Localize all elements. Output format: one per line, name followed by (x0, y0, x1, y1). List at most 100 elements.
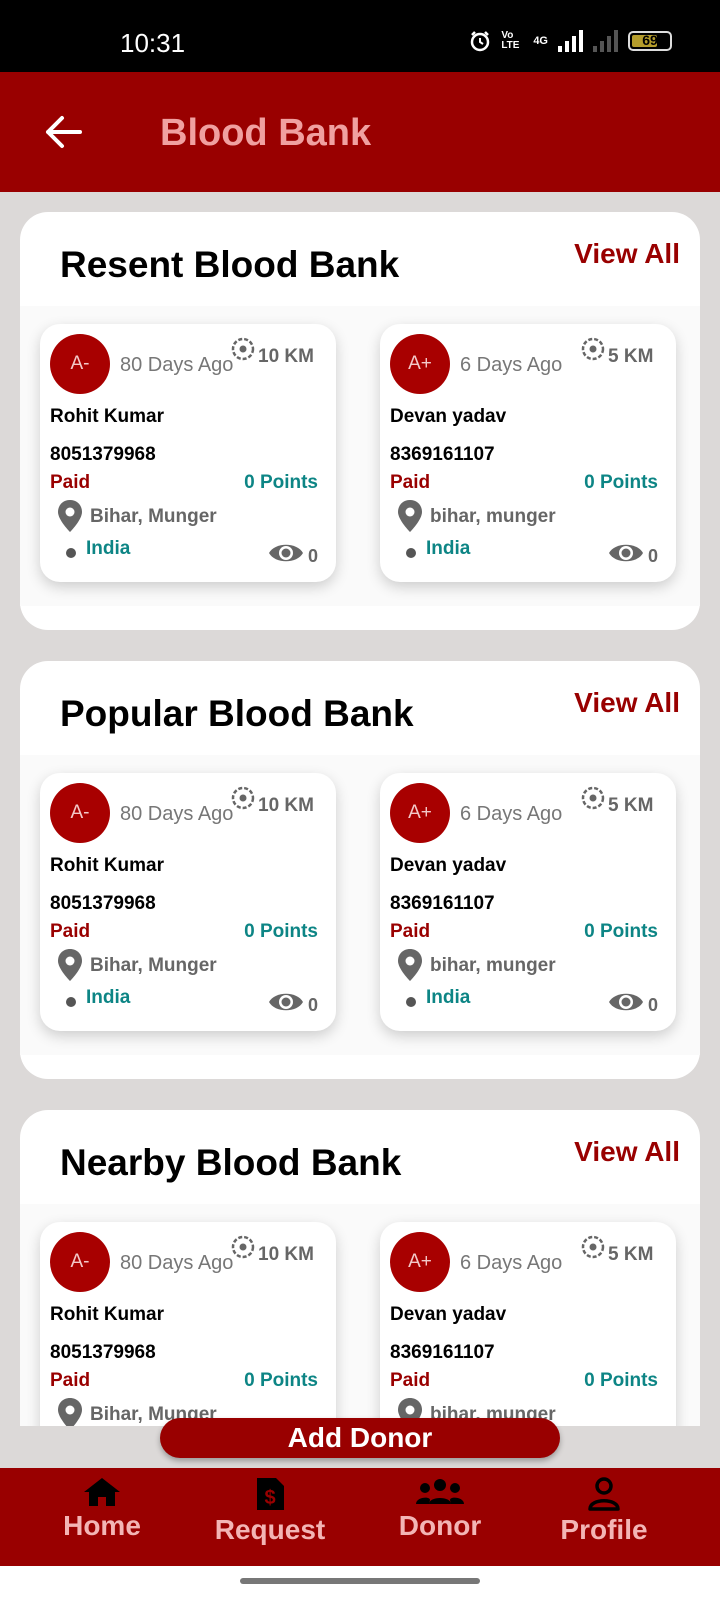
distance: 5 KM (608, 1244, 654, 1265)
nav-profile[interactable]: Profile (558, 1476, 650, 1546)
phone-number: 8369161107 (390, 444, 495, 465)
section-title: Popular Blood Bank (60, 693, 414, 734)
status-time: 10:31 (120, 28, 186, 58)
blood-bank-card[interactable]: A- 80 Days Ago 10 KM Rohit Kumar 8051379968 P… (40, 324, 336, 582)
add-donor-button[interactable]: Add Donor (160, 1418, 560, 1458)
view-all-link[interactable]: View All (574, 687, 680, 719)
volte-label: Vo LTE (501, 30, 520, 51)
location-pin-icon (398, 949, 422, 981)
eye-icon (608, 989, 644, 1015)
gesture-bar[interactable] (240, 1578, 480, 1584)
location-pin-icon (398, 500, 422, 532)
page-title: Blood Bank (160, 112, 372, 154)
svg-text:$: $ (264, 1487, 275, 1509)
location: bihar, munger (430, 506, 556, 527)
battery-icon: 69 (628, 31, 672, 51)
posted-ago: 6 Days Ago (460, 803, 563, 825)
home-icon (84, 1478, 120, 1506)
signal-icon (558, 30, 583, 52)
points: 0 Points (584, 921, 658, 942)
donor-name: Rohit Kumar (50, 406, 164, 427)
posted-ago: 80 Days Ago (120, 803, 234, 825)
location-pin-icon (58, 949, 82, 981)
blood-group-badge: A- (50, 1232, 110, 1292)
profile-icon (588, 1477, 620, 1511)
location-radius-icon (580, 785, 606, 811)
blood-group-badge: A+ (390, 334, 450, 394)
view-all-link[interactable]: View All (574, 238, 680, 270)
section-title: Nearby Blood Bank (60, 1142, 402, 1183)
network-label: 4G (533, 35, 548, 47)
nav-donor[interactable]: Donor (398, 1476, 482, 1542)
phone-number: 8051379968 (50, 893, 156, 914)
blood-bank-card[interactable]: A+ 6 Days Ago 5 KM Devan yadav 8369161107 Pai… (380, 324, 676, 582)
distance: 10 KM (258, 346, 314, 367)
nav-request[interactable]: $ Request (214, 1476, 326, 1546)
status-icons: Vo LTE 4G 69 (469, 30, 672, 52)
location: bihar, munger (430, 955, 556, 976)
donor-name: Rohit Kumar (50, 855, 164, 876)
points: 0 Points (244, 472, 318, 493)
donor-name: Rohit Kumar (50, 1304, 164, 1325)
payment-status: Paid (50, 472, 91, 493)
payment-status: Paid (390, 921, 431, 942)
distance: 5 KM (608, 795, 654, 816)
location-radius-icon (580, 336, 606, 362)
nav-request-label: Request (214, 1514, 326, 1545)
country: India (426, 987, 471, 1008)
posted-ago: 6 Days Ago (460, 354, 563, 376)
bullet-dot (66, 997, 76, 1007)
section-card: Popular Blood Bank View All A- 80 Days Ago 1… (20, 661, 700, 1079)
payment-status: Paid (390, 1370, 431, 1391)
points: 0 Points (584, 472, 658, 493)
back-arrow-icon[interactable] (44, 114, 84, 150)
blood-group-badge: A+ (390, 783, 450, 843)
donor-icon (416, 1479, 464, 1504)
phone-number: 8369161107 (390, 893, 495, 914)
nav-home[interactable]: Home (60, 1476, 144, 1542)
bullet-dot (406, 997, 416, 1007)
payment-status: Paid (50, 1370, 91, 1391)
blood-bank-card[interactable]: A- 80 Days Ago 10 KM Rohit Kumar 8051379968 P… (40, 773, 336, 1031)
blood-group-badge: A- (50, 783, 110, 843)
payment-status: Paid (50, 921, 91, 942)
request-icon: $ (257, 1478, 284, 1510)
location-radius-icon (230, 1234, 256, 1260)
distance: 10 KM (258, 795, 314, 816)
nav-donor-label: Donor (398, 1510, 482, 1541)
donor-name: Devan yadav (390, 855, 507, 876)
content-scroll[interactable]: Resent Blood Bank View All A- 80 Days Ago 10… (0, 192, 720, 1426)
location-pin-icon (58, 500, 82, 532)
blood-bank-card[interactable]: A- 80 Days Ago 10 KM Rohit Kumar 8051379968 P… (40, 1222, 336, 1426)
blood-group-badge: A- (50, 334, 110, 394)
app-bar: Blood Bank (0, 72, 720, 192)
section-card: Nearby Blood Bank View All A- 80 Days Ago 10… (20, 1110, 700, 1426)
alarm-icon (471, 31, 490, 52)
donor-name: Devan yadav (390, 406, 507, 427)
eye-icon (268, 540, 304, 566)
view-count: 0 (307, 995, 318, 1015)
location-pin-icon (58, 1398, 82, 1426)
country: India (86, 987, 131, 1008)
donor-name: Devan yadav (390, 1304, 507, 1325)
blood-group-badge: A+ (390, 1232, 450, 1292)
location: Bihar, Munger (90, 506, 217, 527)
points: 0 Points (584, 1370, 658, 1391)
posted-ago: 80 Days Ago (120, 1252, 234, 1274)
section-title: Resent Blood Bank (60, 244, 400, 285)
nav-home-label: Home (63, 1510, 141, 1541)
nav-profile-label: Profile (560, 1514, 648, 1545)
bottom-nav: Home $ Request Donor Profile (0, 1468, 720, 1566)
country: India (86, 538, 131, 559)
distance: 10 KM (258, 1244, 314, 1265)
gesture-area (0, 1566, 720, 1600)
posted-ago: 80 Days Ago (120, 354, 234, 376)
status-bar: 10:31 Vo LTE 4G 69 (0, 0, 720, 72)
location-radius-icon (230, 785, 256, 811)
view-all-link[interactable]: View All (574, 1136, 680, 1168)
location-radius-icon (580, 1234, 606, 1260)
bullet-dot (406, 548, 416, 558)
blood-bank-card[interactable]: A+ 6 Days Ago 5 KM Devan yadav 8369161107 Pai… (380, 773, 676, 1031)
points: 0 Points (244, 1370, 318, 1391)
blood-bank-card[interactable]: A+ 6 Days Ago 5 KM Devan yadav 8369161107 Pai… (380, 1222, 676, 1426)
